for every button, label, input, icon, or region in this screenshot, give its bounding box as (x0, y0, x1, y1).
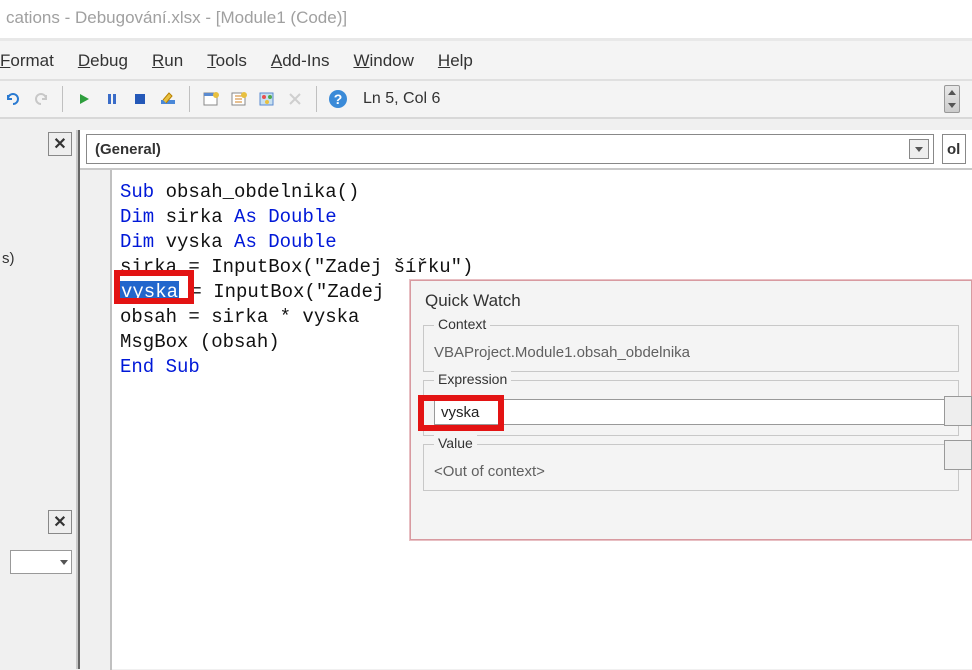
close-panel-button-2[interactable]: ✕ (48, 510, 72, 534)
side-panel-label: s) (2, 250, 15, 267)
menu-window[interactable]: Window (353, 51, 413, 71)
context-label: Context (434, 316, 490, 332)
margin-indicator-bar[interactable] (80, 170, 112, 670)
object-browser-button[interactable] (254, 86, 280, 112)
side-panel-dropdown[interactable] (10, 550, 72, 574)
menu-format[interactable]: Format (0, 51, 54, 71)
selected-text: vyska (120, 281, 179, 303)
project-explorer-button[interactable] (198, 86, 224, 112)
expression-input[interactable] (434, 399, 948, 425)
menu-debug[interactable]: Debug (78, 51, 128, 71)
cursor-position: Ln 5, Col 6 (363, 90, 440, 108)
object-proc-bar: (General) ol (80, 130, 972, 170)
redo-button[interactable] (28, 86, 54, 112)
dialog-button-1[interactable] (944, 396, 972, 426)
chevron-down-icon (948, 103, 956, 108)
quick-watch-dialog: Quick Watch Context VBAProject.Module1.o… (410, 280, 972, 540)
properties-window-button[interactable] (226, 86, 252, 112)
value-group: Value <Out of context> (423, 444, 959, 491)
toolbox-button[interactable] (282, 86, 308, 112)
toolbar: ? Ln 5, Col 6 (0, 81, 972, 119)
dialog-title: Quick Watch (411, 281, 971, 317)
expression-group: Expression (423, 380, 959, 436)
menu-bar: Format Debug Run Tools Add-Ins Window He… (0, 41, 972, 81)
chevron-down-icon (60, 560, 68, 565)
design-mode-button[interactable] (155, 86, 181, 112)
toolbar-overflow[interactable] (944, 85, 960, 113)
expression-label: Expression (434, 371, 511, 387)
menu-help[interactable]: Help (438, 51, 473, 71)
code-window: (General) ol Sub obsah_obdelnika() Dim s… (78, 130, 972, 669)
context-value: VBAProject.Module1.obsah_obdelnika (434, 344, 948, 361)
window-title: cations - Debugování.xlsx - [Module1 (Co… (6, 8, 347, 27)
chevron-down-icon (909, 139, 929, 159)
menu-tools[interactable]: Tools (207, 51, 247, 71)
dialog-buttons (944, 396, 972, 484)
menu-run[interactable]: Run (152, 51, 183, 71)
value-value: <Out of context> (434, 463, 948, 480)
stop-button[interactable] (127, 86, 153, 112)
object-combo[interactable]: (General) (86, 134, 934, 164)
context-group: Context VBAProject.Module1.obsah_obdelni… (423, 325, 959, 372)
pause-button[interactable] (99, 86, 125, 112)
value-label: Value (434, 435, 477, 451)
procedure-combo[interactable]: ol (942, 134, 966, 164)
undo-button[interactable] (0, 86, 26, 112)
side-panel: ✕ s) ✕ (0, 130, 78, 669)
help-button[interactable]: ? (325, 86, 351, 112)
dialog-button-2[interactable] (944, 440, 972, 470)
procedure-combo-value: ol (947, 141, 960, 158)
close-panel-button[interactable]: ✕ (48, 132, 72, 156)
title-bar: cations - Debugování.xlsx - [Module1 (Co… (0, 0, 972, 41)
chevron-up-icon (948, 90, 956, 95)
menu-addins[interactable]: Add-Ins (271, 51, 330, 71)
svg-text:?: ? (334, 91, 343, 107)
object-combo-value: (General) (95, 141, 161, 158)
run-button[interactable] (71, 86, 97, 112)
